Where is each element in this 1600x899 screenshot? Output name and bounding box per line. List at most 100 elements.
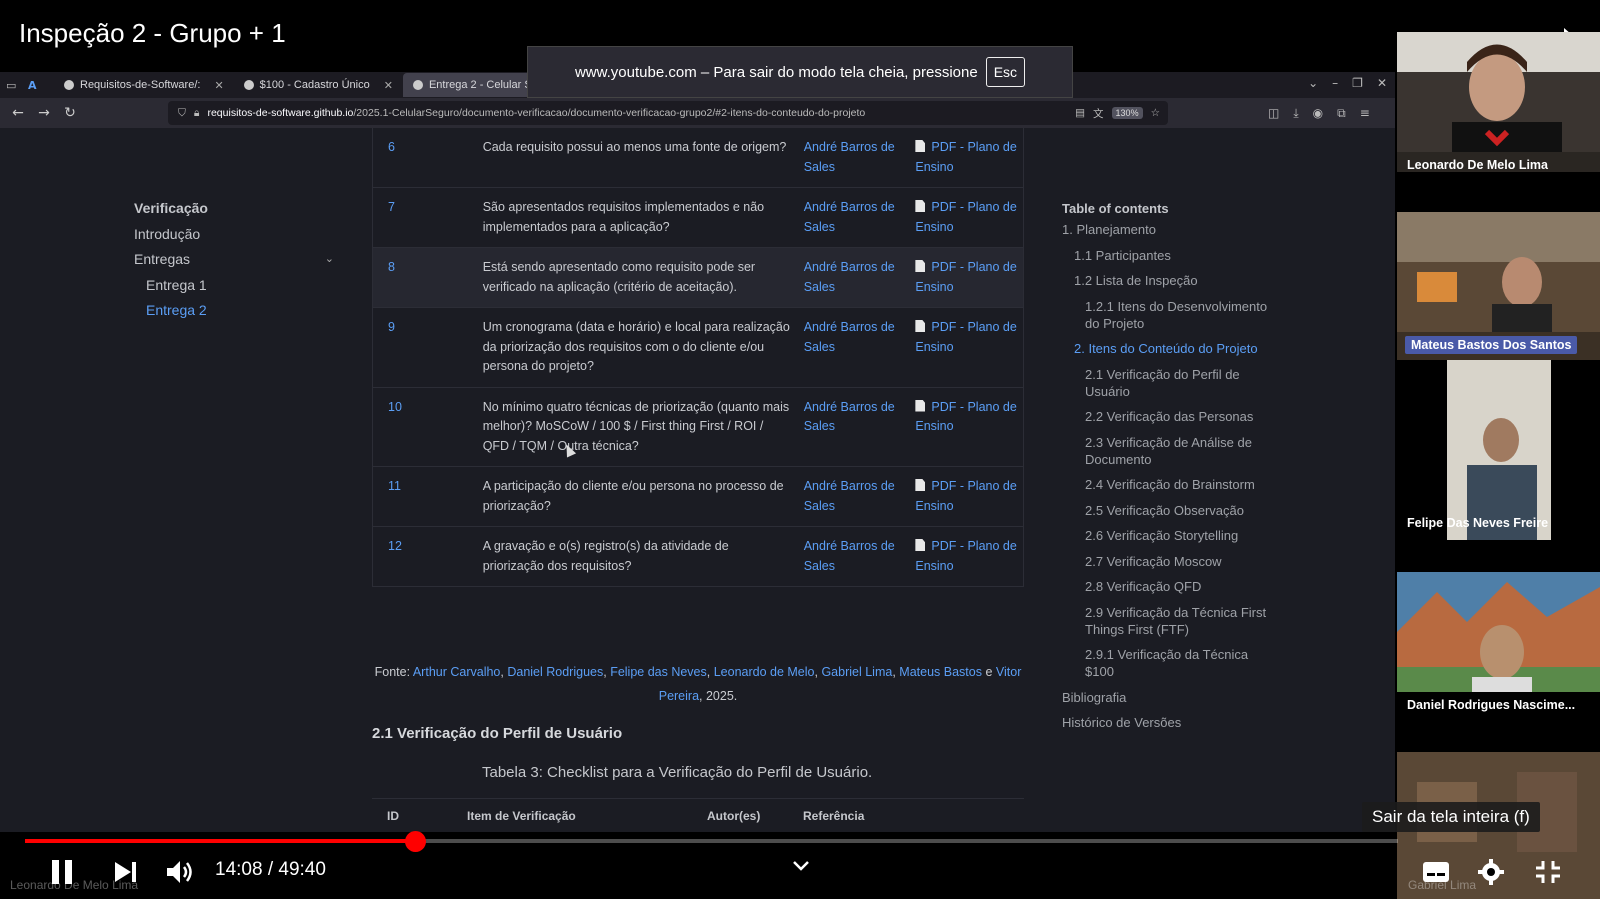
- participant-video: [1397, 572, 1600, 692]
- toc-item[interactable]: 2.4 Verificação do Brainstorm: [1062, 476, 1272, 493]
- toc-item[interactable]: 2.6 Verificação Storytelling: [1062, 527, 1272, 544]
- toc-item[interactable]: Bibliografia: [1062, 689, 1272, 706]
- chevron-down-icon[interactable]: [792, 860, 810, 872]
- toc-item[interactable]: 2.9.1 Verificação da Técnica $100: [1062, 646, 1272, 680]
- source-author-link[interactable]: Mateus Bastos: [899, 665, 982, 679]
- toc-item[interactable]: 2. Itens do Conteúdo do Projeto: [1062, 340, 1272, 357]
- table-row: 7 São apresentados requisitos implementad…: [373, 188, 1023, 248]
- row-reference-link[interactable]: PDF - Plano de Ensino: [915, 258, 1023, 297]
- reference-label: PDF - Plano de Ensino: [915, 539, 1017, 573]
- header-reference: Referência: [803, 808, 865, 823]
- table-header: ID Item de Verificação Autor(es) Referên…: [372, 798, 1024, 832]
- nav-item-label: Entregas: [134, 251, 191, 267]
- document-icon: [915, 320, 926, 332]
- row-id[interactable]: 9: [373, 318, 483, 377]
- participant-tile: Mateus Bastos Dos Santos: [1397, 212, 1600, 360]
- maximize-icon: ❐: [1352, 76, 1363, 90]
- faded-participant-name: Gabriel Lima: [1408, 878, 1477, 892]
- back-icon: ←: [12, 105, 24, 121]
- source-author-link[interactable]: Leonardo de Melo: [714, 665, 815, 679]
- toc-item[interactable]: Histórico de Versões: [1062, 714, 1272, 731]
- row-item: Um cronograma (data e horário) e local p…: [482, 320, 790, 373]
- row-author-link[interactable]: André Barros de Sales: [804, 198, 916, 237]
- address-bar: ⛉ 🔒︎ requisitos-de-software.github.io/20…: [168, 101, 1168, 125]
- toc-item[interactable]: 2.8 Verificação QFD: [1062, 578, 1272, 595]
- toc-item[interactable]: 2.9 Verificação da Técnica First Things …: [1062, 604, 1272, 638]
- toc-item[interactable]: 1.1 Participantes: [1062, 247, 1272, 264]
- row-reference-link[interactable]: PDF - Plano de Ensino: [915, 537, 1023, 576]
- table-source-note: Fonte: Arthur Carvalho, Daniel Rodrigues…: [374, 665, 1022, 703]
- row-id[interactable]: 11: [373, 477, 483, 516]
- zoom-badge: 130%: [1111, 107, 1143, 119]
- row-id[interactable]: 12: [373, 537, 483, 576]
- close-icon: ✕: [214, 79, 224, 92]
- exit-fullscreen-tooltip: Sair da tela inteira (f): [1362, 802, 1540, 832]
- toc-item[interactable]: 2.2 Verificação das Personas: [1062, 408, 1272, 425]
- reference-label: PDF - Plano de Ensino: [915, 140, 1017, 174]
- row-author-link[interactable]: André Barros de Sales: [804, 537, 916, 576]
- toc-item[interactable]: 2.1 Verificação do Perfil de Usuário: [1062, 366, 1272, 400]
- source-author-link[interactable]: Felipe das Neves: [610, 665, 707, 679]
- fullscreen-notice-text: www.youtube.com – Para sair do modo tela…: [574, 63, 978, 81]
- browser-toolbar: ← → ↻ ⛉ 🔒︎ requisitos-de-software.github…: [0, 98, 1395, 128]
- settings-gear-icon[interactable]: [1478, 859, 1504, 885]
- participant-name: Leonardo De Melo Lima: [1407, 158, 1548, 172]
- source-year: , 2025.: [699, 689, 738, 703]
- toc-item[interactable]: 1. Planejamento: [1062, 221, 1272, 238]
- toc-item[interactable]: 2.7 Verificação Moscow: [1062, 553, 1272, 570]
- shield-icon: ⛉: [178, 106, 186, 119]
- toc-item[interactable]: 2.3 Verificação de Análise de Documento: [1062, 434, 1272, 468]
- toc-item[interactable]: 1.2.1 Itens do Desenvolvimento do Projet…: [1062, 298, 1272, 332]
- document-icon: [915, 479, 926, 491]
- row-reference-link[interactable]: PDF - Plano de Ensino: [915, 398, 1023, 457]
- tab-label: Requisitos-de-Software/:: [80, 79, 201, 91]
- row-reference-link[interactable]: PDF - Plano de Ensino: [915, 318, 1023, 377]
- table-row: 10 No mínimo quatro técnicas de priorizaç…: [373, 388, 1023, 467]
- table-row: 8 Está sendo apresentado como requisito p…: [373, 248, 1023, 308]
- participant-video: [1397, 32, 1600, 152]
- source-author-link[interactable]: Daniel Rodrigues: [507, 665, 603, 679]
- row-item: Cada requisito possui ao menos uma fonte…: [482, 140, 787, 154]
- source-author-link[interactable]: Gabriel Lima: [821, 665, 892, 679]
- browser-tab: Requisitos-de-Software/: ✕: [54, 73, 234, 97]
- row-reference-link[interactable]: PDF - Plano de Ensino: [915, 477, 1023, 516]
- table-row: 9 Um cronograma (data e horário) e local …: [373, 308, 1023, 388]
- account-icon: ◉: [1312, 105, 1324, 120]
- progress-scrubber[interactable]: [405, 831, 426, 852]
- translate-icon: 文: [1093, 107, 1104, 120]
- exit-fullscreen-icon[interactable]: [1535, 860, 1561, 884]
- volume-icon[interactable]: [165, 858, 195, 886]
- row-item: Está sendo apresentado como requisito po…: [482, 260, 756, 294]
- toc-item[interactable]: 1.2 Lista de Inspeção: [1062, 272, 1272, 289]
- row-id[interactable]: 6: [373, 138, 483, 177]
- participant-tile: Leonardo De Melo Lima: [1397, 32, 1600, 172]
- row-author-link[interactable]: André Barros de Sales: [804, 138, 916, 177]
- nav-item-entregas: Entregas ⌄: [134, 247, 334, 273]
- row-author-link[interactable]: André Barros de Sales: [804, 398, 916, 457]
- toolbar-icons: ◫ ⤓ ◉ ⧉ ≡: [1268, 106, 1370, 121]
- row-reference-link[interactable]: PDF - Plano de Ensino: [915, 198, 1023, 237]
- toc-item[interactable]: 2.5 Verificação Observação: [1062, 502, 1272, 519]
- row-author-link[interactable]: André Barros de Sales: [804, 318, 916, 377]
- left-navigation: Verificação Introdução Entregas ⌄ Entreg…: [134, 196, 334, 324]
- section-heading: 2.1 Verificação do Perfil de Usuário: [372, 725, 623, 742]
- row-id[interactable]: 8: [373, 258, 483, 297]
- forward-icon: →: [38, 105, 50, 121]
- document-icon: [915, 200, 926, 212]
- table-of-contents: Table of contents 1. Planejamento 1.1 Par…: [1062, 196, 1272, 740]
- participant-tile: Daniel Rodrigues Nascime...: [1397, 572, 1600, 732]
- reference-label: PDF - Plano de Ensino: [915, 399, 1017, 434]
- url-path: /2025.1-CelularSeguro/documento-verifica…: [353, 107, 866, 119]
- browser-tab: $100 - Cadastro Único ✕: [234, 73, 403, 97]
- header-item: Item de Verificação: [467, 808, 576, 823]
- row-author-link[interactable]: André Barros de Sales: [804, 477, 916, 516]
- docs-page: Verificação Introdução Entregas ⌄ Entreg…: [0, 128, 1395, 832]
- row-author-link[interactable]: André Barros de Sales: [804, 258, 916, 297]
- row-id[interactable]: 10: [373, 398, 483, 457]
- row-reference-link[interactable]: PDF - Plano de Ensino: [915, 138, 1023, 177]
- participant-tile: Felipe Das Neves Freire: [1397, 360, 1600, 550]
- row-id[interactable]: 7: [373, 198, 483, 237]
- lock-icon: 🔒︎: [193, 106, 200, 119]
- document-icon: [915, 539, 926, 551]
- source-author-link[interactable]: Arthur Carvalho: [413, 665, 501, 679]
